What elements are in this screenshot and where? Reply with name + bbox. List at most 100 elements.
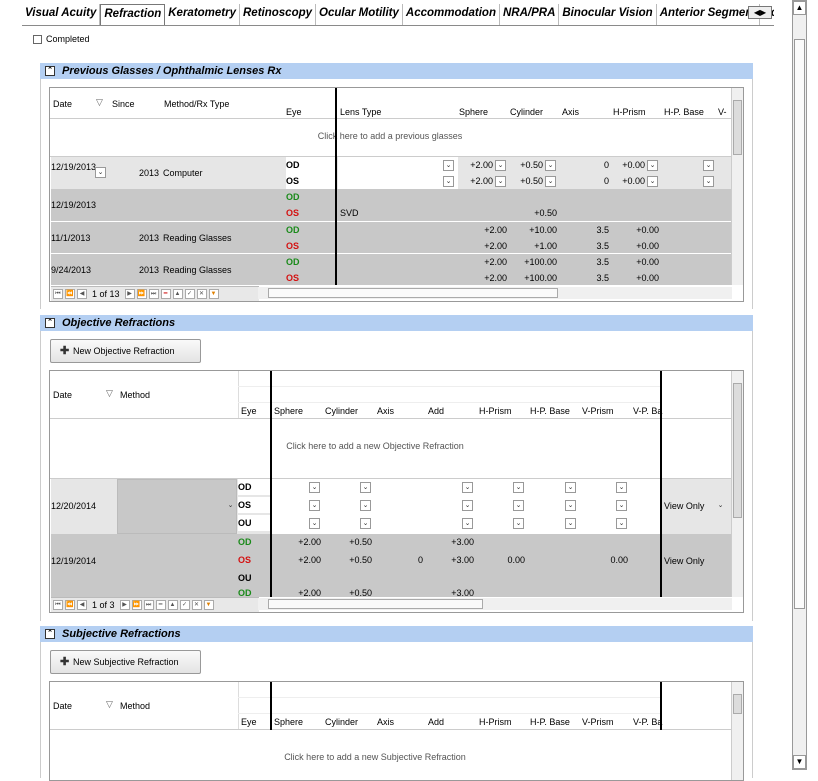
add-objective-refraction-row[interactable]: Click here to add a new Objective Refrac… [210,441,540,451]
first-page-icon[interactable]: ⏮ [53,289,63,299]
chevron-down-icon[interactable]: ⌄ [462,518,473,529]
col-cylinder[interactable]: Cylinder [325,717,358,727]
last-page-icon[interactable]: ⏭ [143,600,154,610]
next-page-group-icon[interactable]: ⏩ [136,289,147,299]
prev-page-group-icon[interactable]: ⏪ [65,600,75,610]
grid-vertical-scrollbar[interactable] [731,371,743,597]
chevron-down-icon[interactable]: ⌄ [360,518,371,529]
col-hp-base[interactable]: H-P. Base [664,107,704,117]
chevron-down-icon[interactable]: ⌄ [513,518,524,529]
col-axis[interactable]: Axis [377,406,394,416]
first-page-icon[interactable]: ⏮ [53,600,63,610]
col-method[interactable]: Method [120,390,150,400]
chevron-down-icon[interactable]: ⌄ [495,176,506,187]
check-icon[interactable]: ✓ [184,289,195,299]
grid-horizontal-scrollbar[interactable] [258,598,732,610]
grid-vertical-scrollbar[interactable] [731,88,743,285]
scroll-up-arrow-icon[interactable]: ▲ [793,1,806,15]
new-subjective-refraction-button[interactable]: ✚ New Subjective Refraction [50,650,201,674]
delete-icon[interactable]: ━ [160,289,171,299]
tab-ocular-motility[interactable]: Ocular Motility [316,4,403,25]
table-row[interactable]: 12/19/2014 OD OS OU +2.00 +0.50 +3.00 +2… [51,534,732,589]
chevron-down-icon[interactable]: ⌄ [647,176,658,187]
tab-keratometry[interactable]: Keratometry [165,4,240,25]
chevron-down-icon[interactable]: ⌄ [309,500,320,511]
col-sphere[interactable]: Sphere [459,107,488,117]
col-v-prism[interactable]: V-Prism [582,717,614,727]
chevron-down-icon[interactable]: ⌄ [462,482,473,493]
col-sphere[interactable]: Sphere [274,406,303,416]
filter-icon[interactable]: ▼ [208,289,219,299]
new-objective-refraction-button[interactable]: ✚ New Objective Refraction [50,339,201,363]
table-row[interactable]: 9/24/2013 2013 Reading Glasses OD OS +2.… [51,253,732,285]
tab-binocular-vision[interactable]: Binocular Vision [559,4,657,25]
cancel-icon[interactable]: ✕ [191,600,202,610]
chevron-down-icon[interactable]: ⌄ [95,167,106,178]
chevron-down-icon[interactable]: ⌄ [495,160,506,171]
next-page-icon[interactable]: ▶ [119,600,130,610]
col-method[interactable]: Method [120,701,150,711]
move-up-icon[interactable]: ▲ [167,600,178,610]
add-subjective-refraction-row[interactable]: Click here to add a new Subjective Refra… [210,752,540,762]
prev-page-icon[interactable]: ◀ [77,289,87,299]
col-h-prism[interactable]: H-Prism [479,717,512,727]
delete-icon[interactable]: ━ [155,600,166,610]
scrollbar-thumb[interactable] [794,39,805,609]
col-axis[interactable]: Axis [562,107,579,117]
col-date[interactable]: Date [53,701,72,711]
chevron-down-icon[interactable]: ⌄ [703,176,714,187]
filter-icon[interactable]: ▼ [203,600,214,610]
tab-refraction[interactable]: Refraction [100,4,166,25]
chevron-down-icon[interactable]: ⌄ [513,500,524,511]
chevron-down-icon[interactable]: ⌄ [443,160,454,171]
table-row[interactable]: 12/19/2013 OD OS SVD +0.50 [51,189,732,221]
grid-horizontal-scrollbar[interactable] [258,287,732,299]
chevron-down-icon[interactable]: ⌄ [360,482,371,493]
collapse-icon[interactable]: ⌃ [45,629,55,639]
cancel-icon[interactable]: ✕ [196,289,207,299]
chevron-down-icon[interactable]: ⌄ [360,500,371,511]
chevron-down-icon[interactable]: ⌄ [309,482,320,493]
col-hp-base[interactable]: H-P. Base [530,717,570,727]
tab-anterior-segment[interactable]: Anterior Segment [657,4,761,25]
col-vp-base[interactable]: V-P. Ba [633,406,662,416]
col-axis[interactable]: Axis [377,717,394,727]
chevron-down-icon[interactable]: ⌄ [647,160,658,171]
grid-vertical-scrollbar[interactable] [731,682,743,780]
page-scrollbar[interactable]: ▲ ▼ [792,0,807,770]
chevron-down-icon[interactable]: ⌄ [565,482,576,493]
col-vp-base[interactable]: V-P. Ba [633,717,662,727]
col-since[interactable]: Since [112,99,135,109]
col-add[interactable]: Add [428,717,444,727]
table-row[interactable]: 12/19/2013 ⌄ 2013 Computer OD OS ⌄ ⌄ +2.… [51,157,732,189]
prev-page-group-icon[interactable]: ⏪ [65,289,75,299]
chevron-down-icon[interactable]: ⌄ [565,500,576,511]
col-sphere[interactable]: Sphere [274,717,303,727]
col-date[interactable]: Date [53,390,72,400]
col-eye[interactable]: Eye [286,107,302,117]
col-add[interactable]: Add [428,406,444,416]
col-lens-type[interactable]: Lens Type [340,107,381,117]
chevron-down-icon[interactable]: ⌄ [225,501,236,512]
collapse-icon[interactable]: ⌃ [45,318,55,328]
chevron-down-icon[interactable]: ⌄ [616,500,627,511]
col-eye[interactable]: Eye [241,717,257,727]
table-row[interactable]: OD +2.00 +0.50 +3.00 [51,589,732,597]
chevron-down-icon[interactable]: ⌄ [513,482,524,493]
sort-icon[interactable]: ▽ [106,388,113,399]
col-cylinder[interactable]: Cylinder [325,406,358,416]
col-cylinder[interactable]: Cylinder [510,107,543,117]
last-page-icon[interactable]: ⏭ [148,289,159,299]
sort-icon[interactable]: ▽ [96,97,103,108]
tab-accommodation[interactable]: Accommodation [403,4,500,25]
col-h-prism[interactable]: H-Prism [613,107,646,117]
move-up-icon[interactable]: ▲ [172,289,183,299]
scroll-down-arrow-icon[interactable]: ▼ [793,755,806,769]
chevron-down-icon[interactable]: ⌄ [545,176,556,187]
tab-retinoscopy[interactable]: Retinoscopy [240,4,317,25]
col-date[interactable]: Date [53,99,72,109]
collapse-icon[interactable]: ⌃ [45,66,55,76]
tab-scroll-arrows[interactable]: ◀▶ [748,6,772,19]
check-icon[interactable]: ✓ [179,600,190,610]
col-eye[interactable]: Eye [241,406,257,416]
